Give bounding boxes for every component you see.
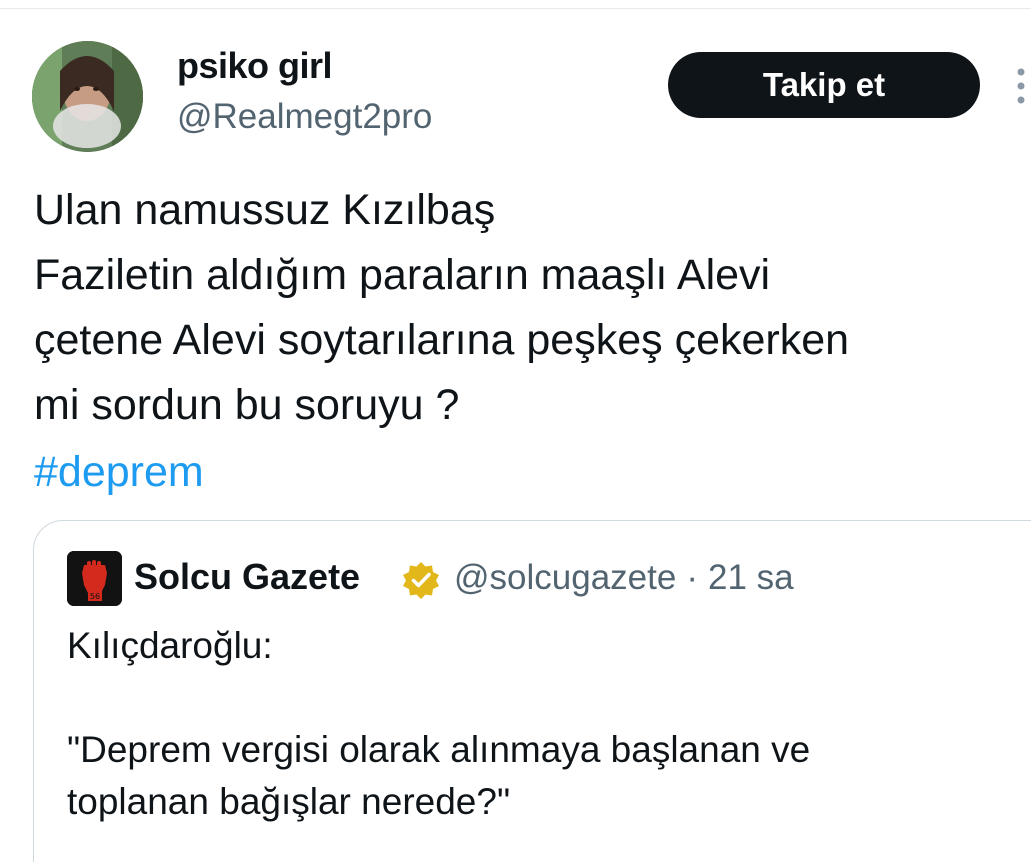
hashtag-link[interactable]: #deprem	[34, 440, 204, 505]
quoted-text-line: toplanan bağışlar nerede?"	[67, 781, 511, 822]
tweet-text-line: çetene Alevi soytarılarına peşkeş çekerk…	[34, 316, 850, 364]
top-divider	[0, 8, 1031, 9]
quoted-timestamp[interactable]: 21 sa	[708, 558, 794, 597]
fist-logo-icon: 56	[67, 551, 122, 606]
author-name[interactable]: psiko girl	[177, 45, 333, 87]
quoted-author-avatar[interactable]: 56	[67, 551, 122, 606]
quoted-author-name[interactable]: Solcu Gazete	[134, 556, 360, 598]
quoted-text-line: Kılıçdaroğlu:	[67, 625, 273, 666]
quoted-tweet-body: Kılıçdaroğlu: "Deprem vergisi olarak alı…	[67, 620, 1007, 828]
author-avatar[interactable]	[32, 41, 143, 152]
quoted-text-line: "Deprem vergisi olarak alınmaya başlanan…	[67, 729, 811, 770]
verified-badge-icon	[401, 560, 441, 600]
tweet-text-line: mi sordun bu soruyu ?	[34, 381, 460, 429]
author-handle[interactable]: @Realmegt2pro	[177, 97, 432, 137]
quoted-author-handle[interactable]: @solcugazete	[454, 558, 676, 597]
tweet-text-line: Ulan namussuz Kızılbaş	[34, 186, 496, 234]
more-vertical-icon[interactable]	[1016, 68, 1026, 104]
logo-number: 56	[90, 592, 100, 601]
avatar-image	[32, 41, 143, 152]
quoted-meta: @solcugazete · 21 sa	[454, 558, 794, 598]
tweet-text-line: Faziletin aldığım paraların maaşlı Alevi	[34, 251, 771, 299]
follow-button[interactable]: Takip et	[668, 52, 980, 118]
tweet-body: Ulan namussuz Kızılbaş Faziletin aldığım…	[34, 178, 1024, 438]
meta-separator: ·	[686, 558, 698, 597]
tweet-view: psiko girl @Realmegt2pro Takip et Ulan n…	[0, 0, 1031, 862]
